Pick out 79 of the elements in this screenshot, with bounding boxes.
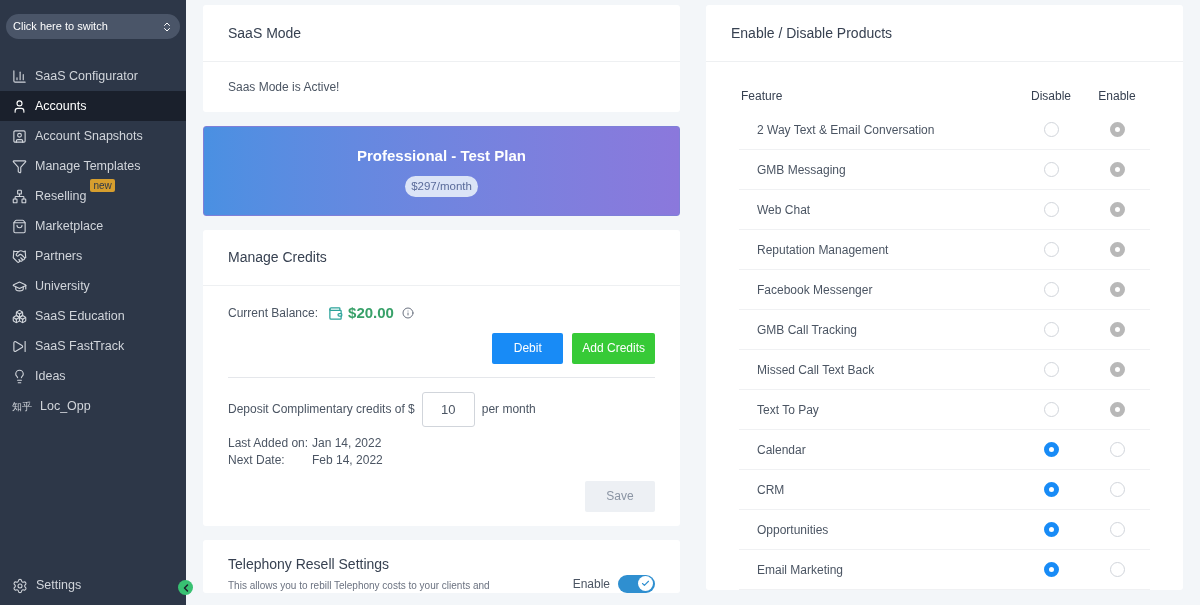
sidebar-item[interactable]: 知乎 Loc_Opp xyxy=(0,391,186,421)
radio-button[interactable] xyxy=(1043,522,1059,537)
feature-name: Text To Pay xyxy=(756,401,820,419)
sidebar-item[interactable]: Ideas xyxy=(0,361,186,391)
plan-price: $297/month xyxy=(405,175,478,197)
status-text: Saas Mode is Active! xyxy=(227,79,341,96)
feature-name: 2 Way Text & Email Conversation xyxy=(756,121,936,139)
radio-button[interactable] xyxy=(1043,442,1059,457)
sidebar-item[interactable]: Accounts xyxy=(0,91,186,121)
wallet-icon xyxy=(328,305,344,321)
radio-button[interactable] xyxy=(1109,202,1125,217)
up-down-chevron-icon xyxy=(161,20,173,33)
sidebar-item[interactable]: Partners xyxy=(0,241,186,271)
radio-button[interactable] xyxy=(1109,282,1125,297)
new-badge: new xyxy=(90,178,115,192)
boxes-icon xyxy=(12,308,27,324)
card-title: Telephony Resell Settings xyxy=(228,554,391,574)
radio-button[interactable] xyxy=(1109,362,1125,377)
column-header: Disable xyxy=(1030,88,1072,105)
feature-name: Calendar xyxy=(756,441,807,459)
radio-button[interactable] xyxy=(1109,322,1125,337)
radio-button[interactable] xyxy=(1109,162,1125,177)
radio-button[interactable] xyxy=(1109,242,1125,257)
collapse-sidebar-button[interactable] xyxy=(178,580,193,595)
network-icon xyxy=(12,188,27,204)
sidebar-item[interactable]: University xyxy=(0,271,186,301)
description-text: This allows you to rebill Telephony costs to your clients and xyxy=(228,578,490,593)
sidebar-item[interactable]: SaaS Education xyxy=(0,301,186,331)
feature-name: Opportunities xyxy=(756,521,830,539)
feature-name: Missed Call Text Back xyxy=(756,361,876,379)
feature-name: Web Chat xyxy=(756,201,812,219)
feature-name: Facebook Messenger xyxy=(756,281,874,299)
deposit-amount-field[interactable]: 10 xyxy=(421,391,475,427)
radio-button[interactable] xyxy=(1109,402,1125,417)
toggle-label: Enable xyxy=(572,575,610,593)
plan-name: Professional - Test Plan xyxy=(357,146,526,167)
user-card-icon xyxy=(12,128,27,144)
info-icon xyxy=(401,307,414,320)
card-title: SaaS Mode xyxy=(203,5,680,62)
feature-name: GMB Call Tracking xyxy=(756,321,859,339)
sidebar-item[interactable]: Reselling new xyxy=(0,181,186,211)
feature-name: Reputation Management xyxy=(756,241,890,259)
handshake-icon xyxy=(12,248,27,264)
last-added-label: Last Added on: xyxy=(228,434,310,452)
last-added-date: Jan 14, 2022 xyxy=(312,434,383,452)
settings-link[interactable]: Settings xyxy=(12,576,82,595)
card-title: Manage Credits xyxy=(203,230,680,286)
filter-icon xyxy=(12,158,27,174)
radio-button[interactable] xyxy=(1109,122,1125,137)
balance-label: Current Balance: xyxy=(228,305,319,323)
card-title: Enable / Disable Products xyxy=(706,5,1183,62)
column-header: Feature xyxy=(741,88,784,105)
enable-toggle[interactable] xyxy=(618,574,655,593)
skip-forward-icon xyxy=(12,338,27,354)
user-icon xyxy=(12,98,27,114)
bag-icon xyxy=(12,218,27,234)
balance-amount: $20.00 xyxy=(348,303,394,323)
column-header: Enable xyxy=(1097,88,1137,105)
bar-chart-icon xyxy=(12,68,27,84)
graduation-cap-icon xyxy=(12,278,27,294)
feature-name: CRM xyxy=(756,481,786,499)
radio-button[interactable] xyxy=(1043,482,1059,497)
sidebar-item[interactable]: SaaS Configurator xyxy=(0,61,186,91)
check-icon xyxy=(641,579,650,588)
radio-button[interactable] xyxy=(1043,562,1059,577)
next-date: Feb 14, 2022 xyxy=(312,451,384,469)
sidebar-item[interactable]: Marketplace xyxy=(0,211,186,241)
sidebar-item[interactable]: Account Snapshots xyxy=(0,121,186,151)
deposit-label: Deposit Complimentary credits of $ xyxy=(228,401,415,418)
feature-name: Email Marketing xyxy=(756,561,845,579)
lightbulb-icon xyxy=(12,368,27,384)
feature-name: GMB Messaging xyxy=(756,161,847,179)
settings-icon xyxy=(12,577,28,594)
account-switcher[interactable]: Click here to switch xyxy=(6,14,180,39)
deposit-suffix: per month xyxy=(481,401,536,418)
next-date-label: Next Date: xyxy=(228,451,286,469)
brand-glyph: 知乎 xyxy=(12,399,32,414)
sidebar-item[interactable]: SaaS FastTrack xyxy=(0,331,186,361)
sidebar-item[interactable]: Manage Templates xyxy=(0,151,186,181)
